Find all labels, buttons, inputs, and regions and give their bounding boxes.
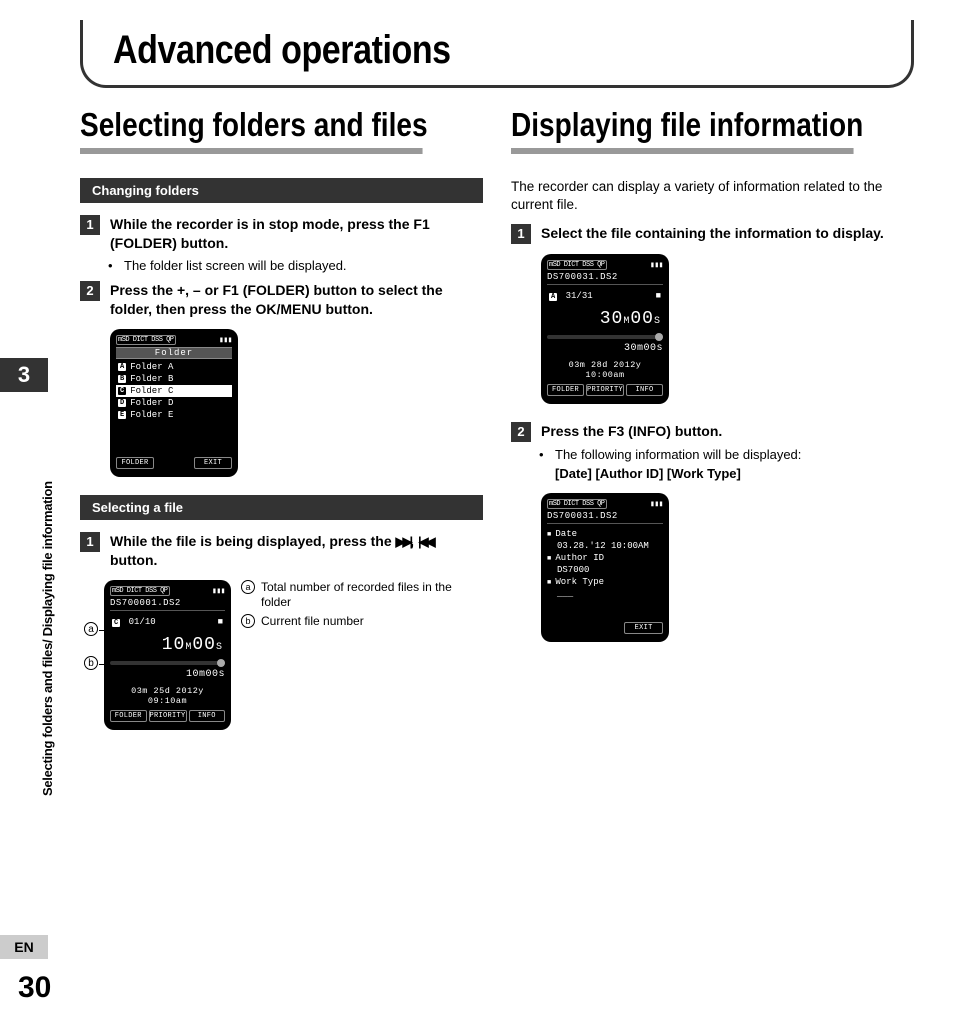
step-number: 1 bbox=[511, 224, 531, 244]
list-item: DFolder D bbox=[116, 397, 232, 409]
language-tab: EN bbox=[0, 935, 48, 959]
softkey-row: FOLDER PRIORITY INFO bbox=[110, 710, 225, 722]
right-step-1: 1 Select the file containing the informa… bbox=[511, 224, 914, 244]
softkey: INFO bbox=[189, 710, 226, 722]
info-value: ___ bbox=[547, 588, 663, 600]
lcd-info-view: mSD DICT DSS QP▮▮▮ DS700031.DS2 Date 03.… bbox=[541, 493, 669, 642]
progress-bar bbox=[110, 661, 225, 665]
softkey: PRIORITY bbox=[149, 710, 187, 722]
info-label: Author ID bbox=[547, 552, 663, 564]
list-item: EFolder E bbox=[116, 409, 232, 421]
softkey: INFO bbox=[626, 384, 663, 396]
right-column: Displaying file information The recorder… bbox=[511, 106, 914, 730]
softkey: EXIT bbox=[624, 622, 663, 634]
side-section-label: Selecting folders and files/ Displaying … bbox=[40, 400, 54, 800]
step-number: 1 bbox=[80, 215, 100, 235]
info-value: DS7000 bbox=[547, 564, 663, 576]
info-label: Work Type bbox=[547, 576, 663, 588]
lcd-folder-list: mSD DICT DSS QP▮▮▮ Folder AFolder A BFol… bbox=[110, 329, 238, 477]
softkey: EXIT bbox=[194, 457, 232, 469]
page-number: 30 bbox=[18, 971, 51, 1005]
right-step-2: 2 Press the F3 (INFO) button. bbox=[511, 422, 914, 442]
lcd-status-bar: mSD DICT DSS QP▮▮▮ bbox=[110, 586, 225, 596]
next-track-icon: ▶▶| bbox=[396, 535, 411, 548]
file-counter-row: C 01/10 ■ bbox=[110, 615, 225, 629]
step-3: 1 While the file is being displayed, pre… bbox=[80, 532, 483, 570]
lcd-status-bar: mSD DICT DSS QP▮▮▮ bbox=[547, 499, 663, 509]
step-number: 2 bbox=[80, 281, 100, 301]
step-1: 1 While the recorder is in stop mode, pr… bbox=[80, 215, 483, 253]
lcd-file-view: mSD DICT DSS QP▮▮▮ DS700001.DS2 C 01/10 … bbox=[104, 580, 231, 730]
section-title-left: Selecting folders and files bbox=[80, 106, 423, 154]
filename: DS700001.DS2 bbox=[110, 598, 225, 611]
progress-handle bbox=[655, 333, 663, 341]
info-label: Date bbox=[547, 528, 663, 540]
callout-label-a: a bbox=[84, 622, 98, 636]
softkey-row: EXIT bbox=[547, 622, 663, 634]
battery-icon: ▮▮▮ bbox=[212, 586, 225, 596]
stop-icon: ■ bbox=[656, 291, 661, 301]
callout-text: aTotal number of recorded files in the f… bbox=[241, 580, 483, 633]
file-counter-row: A 31/31 ■ bbox=[547, 289, 663, 303]
device-screen-info: mSD DICT DSS QP▮▮▮ DS700031.DS2 Date 03.… bbox=[541, 493, 914, 642]
total-time: 30m00s bbox=[547, 343, 663, 354]
step-2: 2 Press the +, – or F1 (FOLDER) button t… bbox=[80, 281, 483, 319]
progress-bar bbox=[547, 335, 663, 339]
lcd-status-bar: mSD DICT DSS QP▮▮▮ bbox=[547, 260, 663, 270]
chapter-header: Advanced operations bbox=[80, 20, 914, 88]
softkey: PRIORITY bbox=[586, 384, 624, 396]
callout-label-b: b bbox=[84, 656, 98, 670]
step-text: Press the +, – or F1 (FOLDER) button to … bbox=[110, 281, 483, 319]
folder-list: AFolder A BFolder B CFolder C DFolder D … bbox=[116, 361, 232, 421]
two-column-layout: Selecting folders and files Changing fol… bbox=[80, 106, 914, 730]
elapsed-time: 10M00S bbox=[110, 629, 225, 659]
chapter-tab: 3 bbox=[0, 358, 48, 392]
battery-icon: ▮▮▮ bbox=[650, 260, 663, 270]
lcd-title-bar: Folder bbox=[116, 347, 232, 359]
softkey-row: FOLDER EXIT bbox=[116, 457, 232, 469]
step-bullet: The following information will be displa… bbox=[545, 446, 914, 482]
list-item: BFolder B bbox=[116, 373, 232, 385]
callout-pointers: a b bbox=[84, 622, 98, 670]
battery-icon: ▮▮▮ bbox=[219, 335, 232, 345]
intro-text: The recorder can display a variety of in… bbox=[511, 178, 914, 214]
step-text: While the file is being displayed, press… bbox=[110, 532, 483, 570]
elapsed-time: 30M00S bbox=[547, 303, 663, 333]
section-title-right: Displaying file information bbox=[511, 106, 854, 154]
softkey: FOLDER bbox=[116, 457, 154, 469]
step-text: While the recorder is in stop mode, pres… bbox=[110, 215, 483, 253]
device-screen-file: a b mSD DICT DSS QP▮▮▮ DS700001.DS2 C 01… bbox=[84, 580, 483, 730]
prev-track-icon: |◀◀ bbox=[418, 535, 433, 548]
stop-icon: ■ bbox=[218, 617, 223, 627]
step-number: 1 bbox=[80, 532, 100, 552]
subhead-selecting-file: Selecting a file bbox=[80, 495, 483, 520]
manual-page: Advanced operations Selecting folders an… bbox=[0, 0, 954, 1023]
left-column: Selecting folders and files Changing fol… bbox=[80, 106, 483, 730]
step-text: Select the file containing the informati… bbox=[541, 224, 914, 244]
total-time: 10m00s bbox=[110, 669, 225, 680]
softkey: FOLDER bbox=[547, 384, 584, 396]
lcd-play-view: mSD DICT DSS QP▮▮▮ DS700031.DS2 A 31/31 … bbox=[541, 254, 669, 404]
subhead-changing-folders: Changing folders bbox=[80, 178, 483, 203]
step-number: 2 bbox=[511, 422, 531, 442]
filename: DS700031.DS2 bbox=[547, 511, 663, 524]
step-bullet: The folder list screen will be displayed… bbox=[114, 257, 483, 275]
step-text: Press the F3 (INFO) button. bbox=[541, 422, 914, 442]
progress-handle bbox=[217, 659, 225, 667]
lcd-status-bar: mSD DICT DSS QP▮▮▮ bbox=[116, 335, 232, 345]
device-screen-play: mSD DICT DSS QP▮▮▮ DS700031.DS2 A 31/31 … bbox=[541, 254, 914, 404]
chapter-title: Advanced operations bbox=[113, 28, 766, 73]
softkey: FOLDER bbox=[110, 710, 147, 722]
info-value: 03.28.'12 10:00AM bbox=[547, 540, 663, 552]
device-screen-folder: mSD DICT DSS QP▮▮▮ Folder AFolder A BFol… bbox=[110, 329, 483, 477]
softkey-row: FOLDER PRIORITY INFO bbox=[547, 384, 663, 396]
list-item: AFolder A bbox=[116, 361, 232, 373]
info-list: Date 03.28.'12 10:00AM Author ID DS7000 … bbox=[547, 528, 663, 600]
timestamp: 03m 28d 2012y 10:00am bbox=[547, 360, 663, 380]
filename: DS700031.DS2 bbox=[547, 272, 663, 285]
list-item-selected: CFolder C bbox=[116, 385, 232, 397]
battery-icon: ▮▮▮ bbox=[650, 499, 663, 509]
timestamp: 03m 25d 2012y 09:10am bbox=[110, 686, 225, 706]
